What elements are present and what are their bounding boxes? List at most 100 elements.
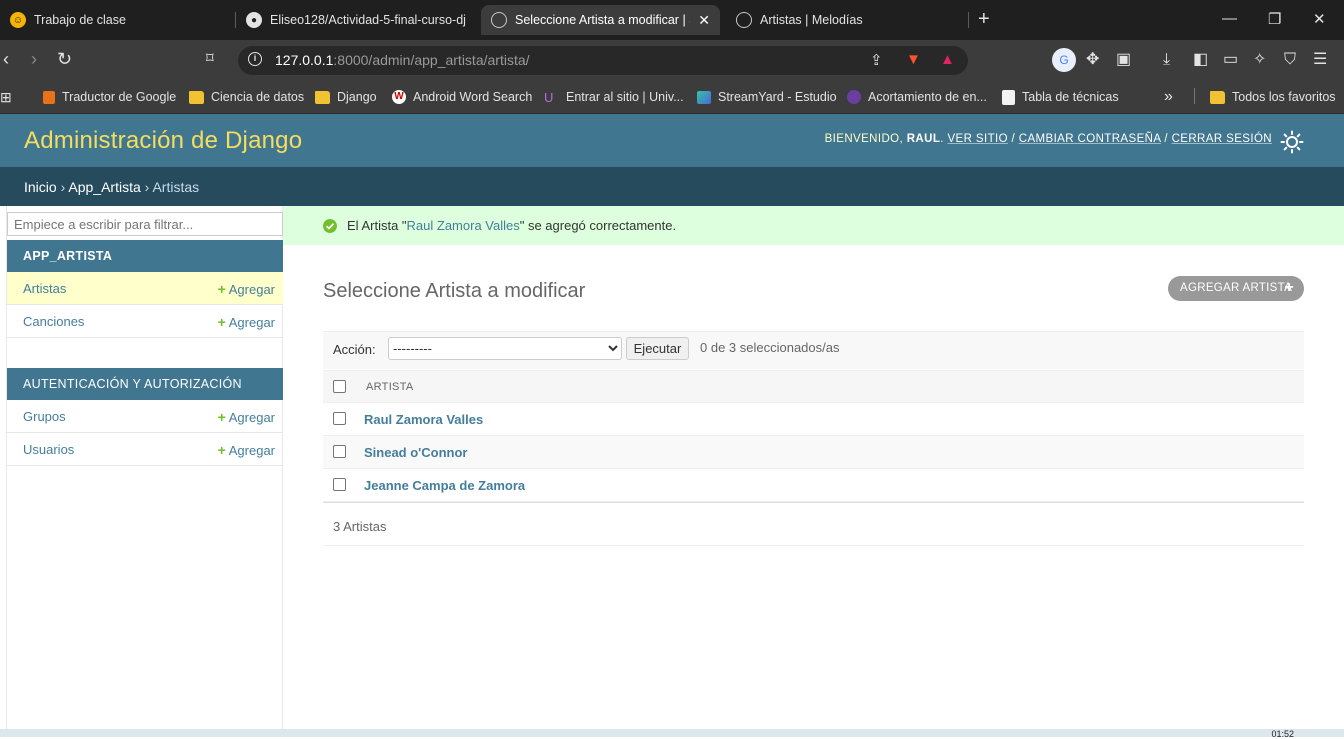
add-artista-button[interactable]: Agregar Artista +	[1168, 276, 1304, 301]
wallet-icon[interactable]: ▭	[1223, 50, 1238, 70]
username: Raul	[906, 133, 941, 145]
row-checkbox[interactable]	[333, 478, 346, 491]
logout-link[interactable]: Cerrar sesión	[1172, 133, 1272, 145]
row-checkbox[interactable]	[333, 445, 346, 458]
minimize-button[interactable]: —	[1222, 10, 1237, 27]
github-icon: ●	[246, 12, 262, 28]
sidebar-item-usuarios: Usuarios + Agregar	[7, 433, 283, 466]
restore-button[interactable]: ❐	[1268, 10, 1281, 28]
artist-link[interactable]: Jeanne Campa de Zamora	[364, 478, 525, 493]
sidebar-item-grupos: Grupos + Agregar	[7, 400, 283, 433]
table-row: Jeanne Campa de Zamora	[323, 469, 1304, 502]
paginator: 3 Artistas	[323, 502, 1304, 546]
action-label: Acción:	[333, 342, 376, 357]
tab-seleccione-artista[interactable]: Seleccione Artista a modificar | S ✕	[481, 5, 720, 35]
site-info-icon[interactable]: i	[248, 52, 262, 66]
add-artista-link[interactable]: + Agregar	[218, 281, 275, 297]
breadcrumb-app[interactable]: App_Artista	[68, 179, 140, 195]
success-check-icon	[323, 219, 337, 233]
add-usuario-link[interactable]: + Agregar	[218, 442, 275, 458]
bookmark-streamyard[interactable]: StreamYard - Estudio	[697, 88, 837, 106]
breadcrumb-home[interactable]: Inicio	[24, 179, 57, 195]
folder-icon	[315, 90, 330, 104]
added-object-link[interactable]: Raul Zamora Valles	[407, 218, 520, 233]
model-link[interactable]: Artistas	[23, 281, 66, 296]
tab-github[interactable]: ● Eliseo128/Actividad-5-final-curso-dja	[236, 5, 476, 35]
globe-icon	[491, 12, 507, 28]
sidebar-icon[interactable]: ◧	[1193, 50, 1208, 70]
globe-icon	[736, 12, 752, 28]
model-link[interactable]: Canciones	[23, 314, 84, 329]
row-checkbox[interactable]	[333, 412, 346, 425]
bookmarks-divider	[1194, 88, 1195, 104]
back-button[interactable]: ‹	[3, 48, 9, 70]
bookmark-acortamiento[interactable]: Acortamiento de en...	[847, 88, 987, 106]
bookmark-universidad[interactable]: U Entrar al sitio | Univ...	[544, 88, 684, 106]
close-icon[interactable]: ✕	[698, 12, 710, 29]
artist-link[interactable]: Raul Zamora Valles	[364, 412, 483, 427]
translate-extension-icon[interactable]: G	[1052, 48, 1076, 72]
browser-toolbar: ‹ › ↻ ⌑ i 127.0.0.1:8000/admin/app_artis…	[0, 40, 1344, 80]
taskbar: 01:52	[0, 729, 1344, 739]
taskbar-clock: 01:52	[1271, 729, 1294, 739]
nav-sidebar: App_Artista Artistas +Agregar Canciones …	[6, 206, 283, 737]
main-content: El Artista "Raul Zamora Valles" se agreg…	[283, 206, 1344, 737]
run-action-button[interactable]: Ejecutar	[626, 337, 689, 360]
bookmark-tabla-de-tecnicas[interactable]: Tabla de técnicas	[1002, 88, 1119, 106]
user-tools: Bienvenido, Raul. Ver sitio / Cambiar co…	[824, 133, 1272, 145]
table-header: Artista	[323, 370, 1304, 403]
module-caption[interactable]: Autenticación y autorización	[7, 368, 283, 400]
bookmarks-bar: ⊞ Traductor de Google Ciencia de datos D…	[0, 80, 1344, 114]
module-caption[interactable]: App_Artista	[7, 240, 283, 272]
sidebar-item-canciones: Canciones + Agregar	[7, 305, 283, 338]
bookmark-android-word-search[interactable]: W Android Word Search	[392, 88, 532, 106]
brave-rewards-icon[interactable]: ▲	[940, 51, 955, 68]
site-title[interactable]: Administración de Django	[24, 127, 302, 155]
forward-button[interactable]: ›	[31, 48, 37, 70]
streamyard-icon	[697, 90, 711, 104]
reading-mode-icon[interactable]: ▣	[1116, 50, 1131, 70]
window-close-button[interactable]: ✕	[1313, 10, 1326, 28]
bookmark-traductor[interactable]: Traductor de Google	[43, 88, 176, 106]
reload-button[interactable]: ↻	[57, 48, 72, 70]
breadcrumb: Inicio › App_Artista › Artistas	[0, 167, 1344, 206]
folder-icon	[189, 90, 204, 104]
result-list: Artista Raul Zamora Valles Sinead o'Conn…	[323, 370, 1304, 502]
address-bar[interactable]: i 127.0.0.1:8000/admin/app_artista/artis…	[238, 46, 968, 75]
bookmark-django[interactable]: Django	[315, 88, 377, 106]
downloads-icon[interactable]: ⤓	[1163, 50, 1170, 70]
breadcrumb-current: Artistas	[152, 179, 200, 195]
add-grupo-link[interactable]: + Agregar	[218, 409, 275, 425]
artist-link[interactable]: Sinead o'Connor	[364, 445, 467, 460]
plus-icon: +	[1284, 279, 1294, 296]
brave-shields-icon[interactable]: ▼	[906, 51, 921, 68]
tab-artistas-melodias[interactable]: Artistas | Melodías	[726, 5, 966, 35]
table-row: Sinead o'Connor	[323, 436, 1304, 469]
column-header-artista[interactable]: Artista	[366, 381, 414, 393]
select-all-checkbox[interactable]	[333, 380, 346, 393]
bookmark-page-icon[interactable]: ⌑	[206, 48, 214, 70]
selection-counter: 0 de 3 seleccionados/as	[700, 340, 840, 355]
university-icon: U	[544, 89, 554, 105]
tab-trabajo-de-clase[interactable]: ☺ Trabajo de clase	[0, 5, 235, 35]
add-cancion-link[interactable]: + Agregar	[218, 314, 275, 330]
tab-separator	[968, 12, 969, 28]
new-tab-button[interactable]: +	[978, 8, 990, 30]
model-link[interactable]: Grupos	[23, 409, 66, 424]
leo-ai-icon[interactable]: ✧	[1253, 50, 1266, 70]
menu-icon[interactable]: ☰	[1313, 50, 1327, 70]
vpn-icon[interactable]: ⛉	[1284, 50, 1296, 70]
extensions-icon[interactable]: ✥	[1086, 50, 1099, 70]
change-password-link[interactable]: Cambiar contraseña	[1019, 133, 1161, 145]
action-select[interactable]: ---------	[388, 337, 622, 360]
bookmarks-overflow-button[interactable]: »	[1164, 88, 1173, 106]
bookmark-ciencia-de-datos[interactable]: Ciencia de datos	[189, 88, 304, 106]
nav-filter-input[interactable]	[7, 212, 283, 236]
apps-icon[interactable]: ⊞	[0, 88, 12, 106]
theme-toggle-icon[interactable]	[1280, 130, 1304, 154]
share-icon[interactable]: ⇪	[870, 51, 883, 69]
model-link[interactable]: Usuarios	[23, 442, 74, 457]
sidebar-item-artistas: Artistas + Agregar	[7, 272, 283, 305]
bookmark-todos-los-favoritos[interactable]: Todos los favoritos	[1210, 88, 1336, 106]
view-site-link[interactable]: Ver sitio	[947, 133, 1007, 145]
